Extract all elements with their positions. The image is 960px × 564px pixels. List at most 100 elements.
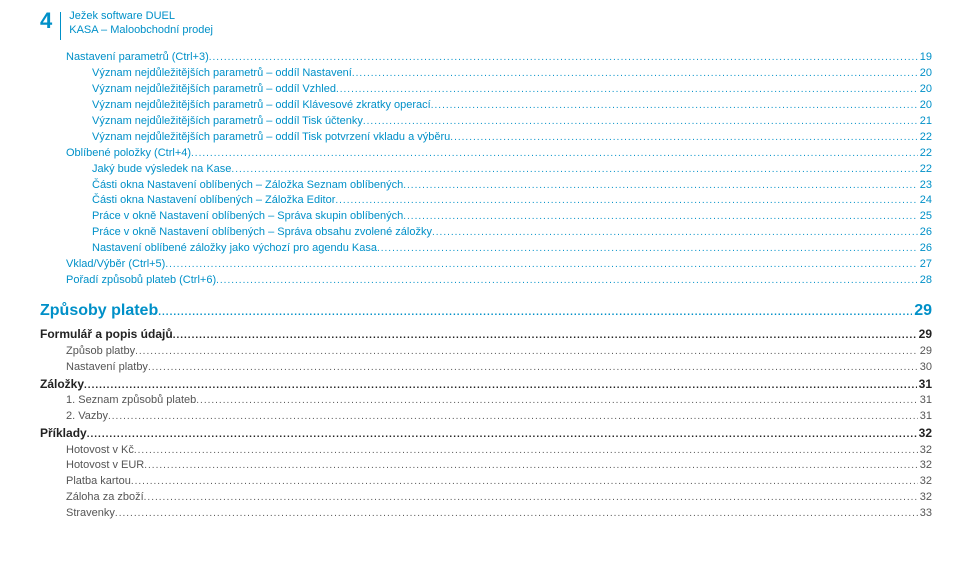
toc-leader-dots bbox=[144, 459, 918, 474]
toc-leader-dots bbox=[173, 329, 917, 344]
toc-entry: Části okna Nastavení oblíbených – Záložk… bbox=[40, 178, 932, 194]
toc-page-number: 32 bbox=[918, 458, 932, 474]
toc-page-number: 32 bbox=[918, 490, 932, 506]
toc-entry: Příklady 32 bbox=[40, 425, 932, 443]
toc-entry: Význam nejdůležitějších parametrů – oddí… bbox=[40, 130, 932, 146]
toc-label: Význam nejdůležitějších parametrů – oddí… bbox=[92, 82, 336, 98]
toc-entry: 1. Seznam způsobů plateb 31 bbox=[40, 393, 932, 409]
toc-entry: Formulář a popis údajů 29 bbox=[40, 326, 932, 344]
toc-page-number: 32 bbox=[918, 443, 932, 459]
toc-page-number: 26 bbox=[918, 241, 932, 257]
toc-leader-dots bbox=[196, 394, 917, 409]
toc-label: Nastavení platby bbox=[66, 360, 148, 376]
toc-label: Formulář a popis údajů bbox=[40, 326, 173, 343]
toc-entry: Vklad/Výběr (Ctrl+5) 27 bbox=[40, 257, 932, 273]
toc-label: Části okna Nastavení oblíbených – Záložk… bbox=[92, 178, 403, 194]
toc-leader-dots bbox=[432, 226, 918, 241]
toc-label: Nastavení parametrů (Ctrl+3) bbox=[66, 50, 209, 66]
toc-label: Nastavení oblíbené záložky jako výchozí … bbox=[92, 241, 377, 257]
toc-leader-dots bbox=[352, 67, 918, 82]
toc-label: Význam nejdůležitějších parametrů – oddí… bbox=[92, 130, 450, 146]
toc-label: Stravenky bbox=[66, 506, 115, 522]
toc-label: Význam nejdůležitějších parametrů – oddí… bbox=[92, 98, 431, 114]
toc-leader-dots bbox=[209, 51, 918, 66]
toc-page-number: 20 bbox=[918, 82, 932, 98]
toc-page-number: 24 bbox=[918, 193, 932, 209]
toc-page-number: 33 bbox=[918, 506, 932, 522]
toc-entry: Hotovost v EUR 32 bbox=[40, 458, 932, 474]
toc-leader-dots bbox=[148, 361, 918, 376]
toc-label: Oblíbené položky (Ctrl+4) bbox=[66, 146, 191, 162]
toc-leader-dots bbox=[363, 115, 918, 130]
toc-entry: Způsob platby 29 bbox=[40, 344, 932, 360]
toc-entry: Práce v okně Nastavení oblíbených – Sprá… bbox=[40, 209, 932, 225]
toc-label: Způsob platby bbox=[66, 344, 135, 360]
toc-page-number: 22 bbox=[918, 130, 932, 146]
toc-leader-dots bbox=[216, 274, 918, 289]
toc-entry: Práce v okně Nastavení oblíbených – Sprá… bbox=[40, 225, 932, 241]
toc-entry: Oblíbené položky (Ctrl+4)22 bbox=[40, 146, 932, 162]
toc-label: Práce v okně Nastavení oblíbených – Sprá… bbox=[92, 209, 403, 225]
toc-leader-dots bbox=[403, 210, 918, 225]
header-line-2: KASA – Maloobchodní prodej bbox=[69, 24, 213, 38]
toc-label: Vklad/Výběr (Ctrl+5) bbox=[66, 257, 165, 273]
toc-entry: Záložky 31 bbox=[40, 376, 932, 394]
toc-entry: Hotovost v Kč32 bbox=[40, 443, 932, 459]
toc-leader-dots bbox=[135, 345, 918, 360]
table-of-contents: Nastavení parametrů (Ctrl+3)19Význam nej… bbox=[40, 50, 932, 522]
toc-entry: Význam nejdůležitějších parametrů – oddí… bbox=[40, 114, 932, 130]
toc-entry: Význam nejdůležitějších parametrů – oddí… bbox=[40, 66, 932, 82]
toc-label: 2. Vazby bbox=[66, 409, 108, 425]
toc-page-number: 22 bbox=[918, 162, 932, 178]
toc-leader-dots bbox=[158, 306, 912, 321]
toc-label: Příklady bbox=[40, 425, 87, 442]
toc-leader-dots bbox=[134, 444, 918, 459]
header-titles: Ježek software DUEL KASA – Maloobchodní … bbox=[69, 10, 213, 38]
toc-leader-dots bbox=[144, 491, 918, 506]
toc-page-number: 21 bbox=[918, 114, 932, 130]
toc-entry: Nastavení oblíbené záložky jako výchozí … bbox=[40, 241, 932, 257]
toc-label: 1. Seznam způsobů plateb bbox=[66, 393, 196, 409]
toc-page-number: 28 bbox=[918, 273, 932, 289]
toc-entry: Význam nejdůležitějších parametrů – oddí… bbox=[40, 82, 932, 98]
toc-entry: Nastavení parametrů (Ctrl+3)19 bbox=[40, 50, 932, 66]
toc-leader-dots bbox=[450, 131, 917, 146]
toc-page-number: 31 bbox=[917, 376, 932, 393]
toc-page-number: 25 bbox=[918, 209, 932, 225]
toc-leader-dots bbox=[403, 179, 918, 194]
toc-leader-dots bbox=[336, 83, 918, 98]
toc-page-number: 30 bbox=[918, 360, 932, 376]
toc-entry: Význam nejdůležitějších parametrů – oddí… bbox=[40, 98, 932, 114]
header-line-1: Ježek software DUEL bbox=[69, 10, 213, 24]
toc-page-number: 32 bbox=[918, 474, 932, 490]
toc-label: Záložky bbox=[40, 376, 84, 393]
toc-leader-dots bbox=[165, 258, 917, 273]
toc-page-number: 27 bbox=[918, 257, 932, 273]
toc-entry: Záloha za zboží32 bbox=[40, 490, 932, 506]
page-number: 4 bbox=[40, 10, 52, 32]
toc-page-number: 29 bbox=[918, 344, 932, 360]
toc-page-number: 32 bbox=[917, 425, 932, 442]
toc-leader-dots bbox=[431, 99, 918, 114]
toc-page-number: 23 bbox=[918, 178, 932, 194]
toc-label: Práce v okně Nastavení oblíbených – Sprá… bbox=[92, 225, 432, 241]
toc-entry: Nastavení platby 30 bbox=[40, 360, 932, 376]
toc-entry: Části okna Nastavení oblíbených – Záložk… bbox=[40, 193, 932, 209]
toc-page-number: 29 bbox=[912, 299, 932, 322]
toc-page-number: 20 bbox=[918, 98, 932, 114]
toc-leader-dots bbox=[115, 507, 918, 522]
toc-leader-dots bbox=[87, 428, 917, 443]
toc-label: Význam nejdůležitějších parametrů – oddí… bbox=[92, 114, 363, 130]
toc-page-number: 31 bbox=[918, 393, 932, 409]
toc-page-number: 31 bbox=[918, 409, 932, 425]
toc-entry: Jaký bude výsledek na Kase22 bbox=[40, 162, 932, 178]
toc-leader-dots bbox=[131, 475, 918, 490]
toc-page-number: 29 bbox=[917, 326, 932, 343]
toc-label: Části okna Nastavení oblíbených – Záložk… bbox=[92, 193, 335, 209]
toc-entry: Platba kartou32 bbox=[40, 474, 932, 490]
toc-label: Hotovost v EUR bbox=[66, 458, 144, 474]
toc-label: Pořadí způsobů plateb (Ctrl+6) bbox=[66, 273, 216, 289]
toc-leader-dots bbox=[335, 194, 917, 209]
toc-leader-dots bbox=[84, 379, 917, 394]
toc-leader-dots bbox=[191, 147, 918, 162]
